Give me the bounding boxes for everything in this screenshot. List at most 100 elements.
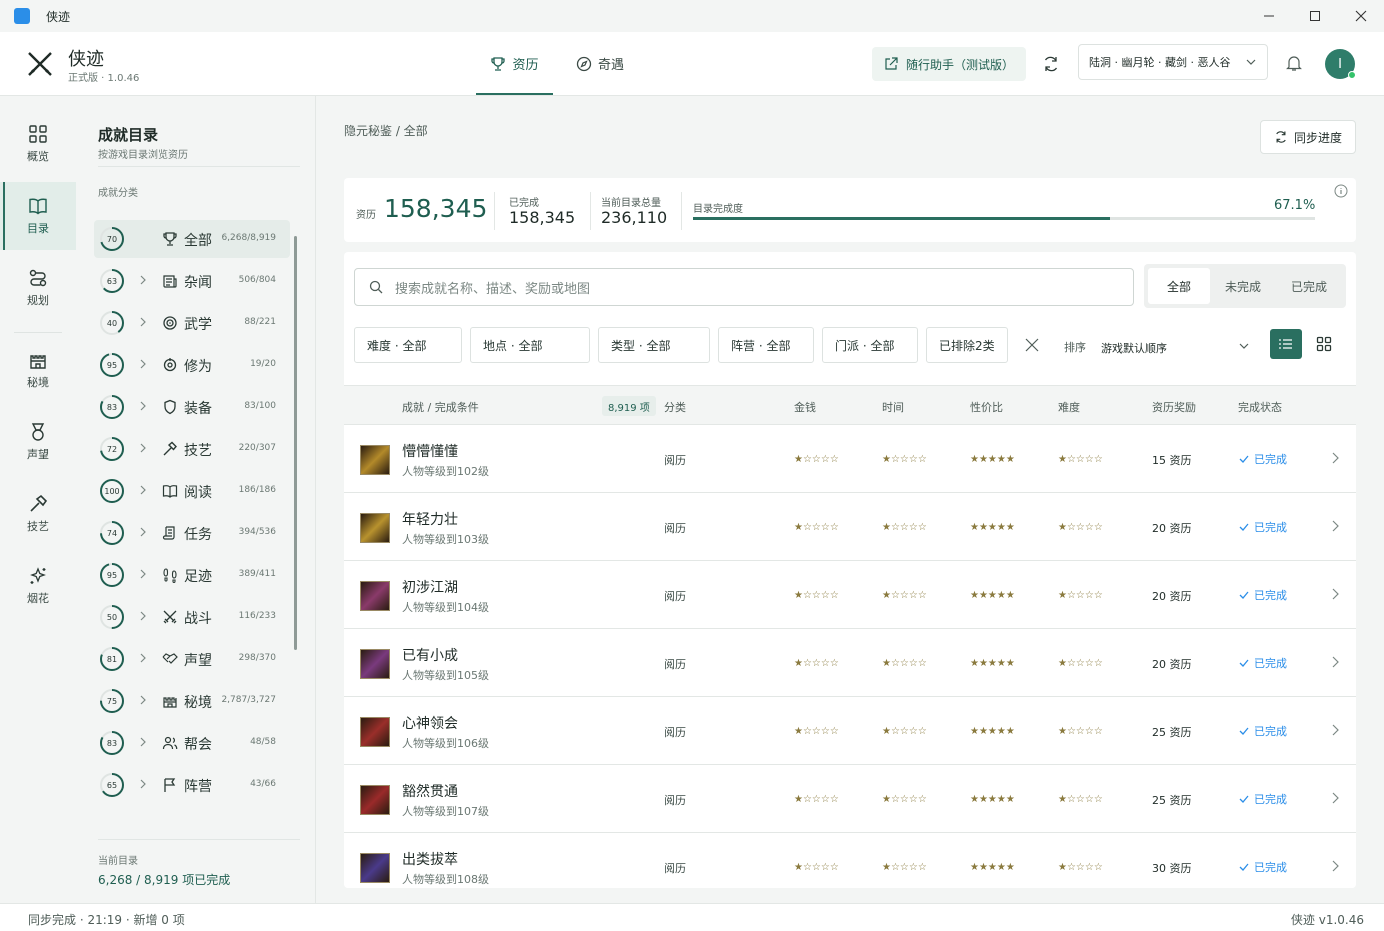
table-row[interactable]: 年轻力壮 人物等级到103级 阅历 ★☆☆☆☆ ★☆☆☆☆ ★★★★★ ★☆☆☆☆ 20 资历…: [344, 493, 1356, 561]
clear-filters-icon[interactable]: [1024, 337, 1040, 353]
tab-adventure[interactable]: 奇遇: [576, 32, 636, 95]
bell-icon[interactable]: [1285, 54, 1303, 72]
minimize-button[interactable]: [1246, 0, 1292, 32]
list-view-button[interactable]: [1270, 329, 1302, 359]
rail-item-crafting[interactable]: 技艺: [0, 480, 76, 548]
filter-school[interactable]: 门派 · 全部: [822, 327, 918, 363]
user-avatar[interactable]: I: [1325, 49, 1356, 79]
reward-value: 20 资历: [1152, 590, 1192, 603]
chevron-right-icon[interactable]: [138, 568, 148, 580]
segment-complete[interactable]: 已完成: [1278, 268, 1340, 304]
reward-value: 15 资历: [1152, 454, 1192, 467]
chevron-right-icon[interactable]: [1330, 655, 1340, 669]
filter-difficulty[interactable]: 难度 · 全部: [354, 327, 462, 363]
chevron-right-icon[interactable]: [138, 778, 148, 790]
category-item[interactable]: 74 任务 394/536: [94, 514, 290, 552]
col-value[interactable]: 性价比: [970, 399, 1003, 415]
chevron-right-icon[interactable]: [138, 694, 148, 706]
category-item[interactable]: 72 技艺 220/307: [94, 430, 290, 468]
chevron-right-icon[interactable]: [138, 274, 148, 286]
value-rating: ★★★★★: [970, 658, 1015, 669]
category-item[interactable]: 63 杂闻 506/804: [94, 262, 290, 300]
chevron-right-icon[interactable]: [138, 316, 148, 328]
focus-icon: [162, 357, 178, 373]
col-reward[interactable]: 资历奖励: [1152, 399, 1196, 415]
chevron-down-icon[interactable]: [1238, 340, 1250, 352]
progress-ring-value: 81: [106, 654, 118, 664]
achievement-thumbnail: [360, 853, 390, 883]
filter-excluded[interactable]: 已排除2类: [926, 327, 1008, 363]
server-select[interactable]: 陆洞 · 幽月轮 · 藏剑 · 恶人谷: [1078, 44, 1268, 80]
category-name: 任务: [184, 527, 212, 543]
time-rating: ★☆☆☆☆: [882, 794, 927, 805]
rail-item-reputation[interactable]: 声望: [0, 408, 76, 476]
col-money[interactable]: 金钱: [794, 399, 816, 415]
divider: [98, 839, 300, 840]
col-status[interactable]: 完成状态: [1238, 399, 1282, 415]
category-item[interactable]: 83 装备 83/100: [94, 388, 290, 426]
filter-location[interactable]: 地点 · 全部: [470, 327, 590, 363]
category-item[interactable]: 95 足迹 389/411: [94, 556, 290, 594]
chevron-right-icon[interactable]: [138, 610, 148, 622]
chevron-right-icon[interactable]: [138, 442, 148, 454]
achievement-name: 懵懵懂懂: [402, 444, 458, 460]
rail-label: 概览: [27, 150, 49, 163]
table-row[interactable]: 心神领会 人物等级到106级 阅历 ★☆☆☆☆ ★☆☆☆☆ ★★★★★ ★☆☆☆☆ 25 资历…: [344, 697, 1356, 765]
category-item[interactable]: 75 秘境 2,787/3,727: [94, 682, 290, 720]
grid-view-button[interactable]: [1308, 329, 1340, 359]
rail-item-catalog[interactable]: 目录: [0, 182, 76, 250]
chevron-right-icon[interactable]: [1330, 587, 1340, 601]
chevron-right-icon[interactable]: [138, 358, 148, 370]
chevron-right-icon[interactable]: [138, 400, 148, 412]
rail-label: 目录: [27, 222, 49, 235]
chevron-right-icon[interactable]: [138, 484, 148, 496]
category-item[interactable]: 100 阅读 186/186: [94, 472, 290, 510]
category-item[interactable]: 70 全部 6,268/8,919: [94, 220, 290, 258]
segment-all[interactable]: 全部: [1148, 268, 1210, 304]
chevron-right-icon[interactable]: [1330, 791, 1340, 805]
chevron-right-icon[interactable]: [1330, 723, 1340, 737]
table-row[interactable]: 豁然贯通 人物等级到107级 阅历 ★☆☆☆☆ ★☆☆☆☆ ★★★★★ ★☆☆☆☆ 25 资历…: [344, 765, 1356, 833]
chevron-right-icon[interactable]: [1330, 519, 1340, 533]
catalog-section-label: 成就分类: [98, 188, 138, 199]
refresh-icon[interactable]: [1042, 55, 1060, 73]
col-name[interactable]: 成就 / 完成条件: [402, 399, 479, 415]
maximize-button[interactable]: [1292, 0, 1338, 32]
catalog-subtitle: 按游戏目录浏览资历: [98, 150, 188, 161]
rail-item-dungeon[interactable]: 秘境: [0, 336, 76, 404]
chevron-right-icon[interactable]: [138, 526, 148, 538]
col-time[interactable]: 时间: [882, 399, 904, 415]
rail-item-overview[interactable]: 概览: [0, 110, 76, 178]
col-difficulty[interactable]: 难度: [1058, 399, 1080, 415]
category-scrollbar[interactable]: [294, 236, 297, 650]
table-row[interactable]: 出类拔萃 人物等级到108级 阅历 ★☆☆☆☆ ★☆☆☆☆ ★★★★★ ★☆☆☆☆ 30 资历…: [344, 833, 1356, 888]
search-input[interactable]: 搜索成就名称、描述、奖励或地图: [354, 268, 1134, 306]
sort-select[interactable]: 游戏默认顺序: [1101, 340, 1167, 356]
rail-item-plan[interactable]: 规划: [0, 254, 76, 322]
category-item[interactable]: 50 战斗 116/233: [94, 598, 290, 636]
shield-icon: [162, 399, 178, 415]
chevron-right-icon[interactable]: [1330, 859, 1340, 873]
category-item[interactable]: 40 武学 88/221: [94, 304, 290, 342]
assistant-button[interactable]: 随行助手（测试版）: [872, 47, 1026, 81]
info-icon[interactable]: [1334, 184, 1348, 198]
category-item[interactable]: 95 修为 19/20: [94, 346, 290, 384]
chevron-right-icon[interactable]: [1330, 451, 1340, 465]
rail-item-fireworks[interactable]: 烟花: [0, 552, 76, 620]
completion-status: 已完成: [1238, 519, 1287, 535]
category-item[interactable]: 83 帮会 48/58: [94, 724, 290, 762]
col-category[interactable]: 分类: [664, 399, 686, 415]
filter-type[interactable]: 类型 · 全部: [598, 327, 710, 363]
chevron-right-icon[interactable]: [138, 736, 148, 748]
category-item[interactable]: 65 阵营 43/66: [94, 766, 290, 804]
table-row[interactable]: 懵懵懂懂 人物等级到102级 阅历 ★☆☆☆☆ ★☆☆☆☆ ★★★★★ ★☆☆☆☆ 15 资历…: [344, 425, 1356, 493]
sync-progress-button[interactable]: 同步进度: [1260, 120, 1356, 154]
category-item[interactable]: 81 声望 298/370: [94, 640, 290, 678]
chevron-right-icon[interactable]: [138, 652, 148, 664]
segment-incomplete[interactable]: 未完成: [1212, 268, 1274, 304]
filter-faction[interactable]: 阵营 · 全部: [718, 327, 814, 363]
table-row[interactable]: 已有小成 人物等级到105级 阅历 ★☆☆☆☆ ★☆☆☆☆ ★★★★★ ★☆☆☆☆ 20 资历…: [344, 629, 1356, 697]
table-row[interactable]: 初涉江湖 人物等级到104级 阅历 ★☆☆☆☆ ★☆☆☆☆ ★★★★★ ★☆☆☆☆ 20 资历…: [344, 561, 1356, 629]
close-button[interactable]: [1338, 0, 1384, 32]
tab-resume[interactable]: 资历: [476, 32, 553, 95]
